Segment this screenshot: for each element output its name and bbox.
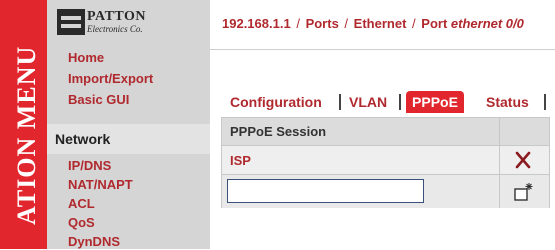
column-divider (499, 118, 500, 145)
breadcrumb-host[interactable]: 192.168.1.1 (222, 16, 291, 31)
tab-status[interactable]: Status (486, 91, 529, 113)
navigation-menu: PATTON Electronics Co. Home Import/Expor… (47, 0, 210, 249)
menu-item-home[interactable]: Home (68, 50, 104, 66)
add-new-icon (514, 183, 533, 201)
table-header-row: PPPoE Session (222, 118, 549, 145)
menu-item-dyndns[interactable]: DynDNS (68, 234, 120, 250)
menu-item-ip-dns[interactable]: IP/DNS (68, 158, 111, 174)
header-divider (210, 49, 555, 50)
menu-section-label: Network (55, 131, 111, 147)
new-session-row (222, 175, 549, 208)
breadcrumb-port: Port ethernet 0/0 (421, 16, 524, 31)
menu-item-qos[interactable]: QoS (68, 215, 95, 231)
tab-separator (544, 94, 546, 110)
menu-section-network[interactable]: Network (47, 124, 210, 154)
patton-logo: PATTON Electronics Co. (55, 6, 165, 40)
breadcrumb-separator: / (344, 16, 349, 31)
tab-pppoe[interactable]: PPPoE (406, 91, 464, 113)
column-divider (499, 175, 500, 208)
breadcrumb-port-name: ethernet 0/0 (450, 16, 524, 31)
delete-session-button[interactable] (509, 148, 537, 172)
logo-title: PATTON (87, 9, 147, 24)
table-row: ISP (222, 146, 549, 174)
tab-vlan[interactable]: VLAN (349, 91, 387, 113)
logo-subtitle: Electronics Co. (87, 24, 143, 34)
menu-item-acl[interactable]: ACL (68, 196, 95, 212)
table-header-label: PPPoE Session (230, 124, 327, 139)
menu-side-band: ATION MENU (0, 0, 47, 249)
menu-item-basic-gui[interactable]: Basic GUI (68, 92, 129, 108)
breadcrumb-port-prefix: Port (421, 16, 451, 31)
menu-band-label: ATION MENU (12, 45, 41, 225)
breadcrumb-ports[interactable]: Ports (306, 16, 339, 31)
column-divider (499, 146, 500, 174)
new-session-name-input[interactable] (227, 179, 424, 203)
logo-mark-icon (57, 9, 85, 35)
tab-separator (339, 94, 341, 110)
breadcrumb-separator: / (296, 16, 300, 31)
add-session-button[interactable] (509, 180, 537, 204)
pppoe-session-table: PPPoE Session ISP (221, 117, 550, 208)
breadcrumb-separator: / (412, 16, 416, 31)
breadcrumb: 192.168.1.1 / Ports / Ethernet / Port et… (222, 16, 524, 31)
menu-item-nat-napt[interactable]: NAT/NAPT (68, 177, 133, 193)
session-name-link[interactable]: ISP (230, 153, 251, 168)
menu-item-import-export[interactable]: Import/Export (68, 71, 153, 87)
breadcrumb-ethernet[interactable]: Ethernet (354, 16, 407, 31)
close-icon (515, 151, 531, 169)
tab-separator (399, 94, 401, 110)
tab-configuration[interactable]: Configuration (230, 91, 322, 113)
